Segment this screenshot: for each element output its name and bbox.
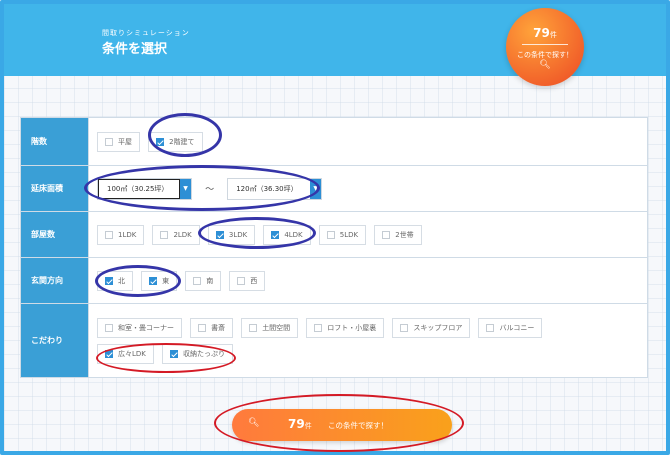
option-ample-storage[interactable]: 収納たっぷり [161, 343, 233, 364]
option-label: 土間空間 [262, 323, 291, 332]
option-label: 平屋 [118, 137, 132, 146]
option-label: 西 [250, 276, 258, 285]
option-hiraya[interactable]: 平屋 [97, 131, 140, 152]
option-label: スキップフロア [413, 323, 463, 332]
option-label: バルコニー [499, 323, 535, 332]
option-label: 収納たっぷり [182, 349, 225, 358]
checkbox-checked-icon [105, 349, 113, 358]
checkbox-checked-icon [271, 230, 280, 239]
option-label: 北 [118, 276, 125, 285]
header-subtitle: 間取りシミュレーション [102, 29, 190, 37]
checkbox-icon [326, 230, 335, 239]
checkbox-icon [486, 323, 495, 332]
checkbox-checked-icon [169, 349, 178, 358]
checkbox-icon [193, 276, 202, 285]
checkbox-checked-icon [156, 137, 165, 146]
checkbox-icon [105, 137, 113, 146]
range-separator: 〜 [205, 185, 215, 195]
area-max-value: 120㎡（36.30坪） [236, 184, 298, 193]
row-features: こだわり 和室・畳コーナー 書斎 土間空間 ロフト・小屋裏 スキップフロア バル… [20, 303, 648, 378]
search-icon: 🔍︎ [248, 418, 260, 428]
search-button-label: この条件で探す！ [328, 421, 388, 430]
checkbox-checked-icon [105, 276, 113, 285]
option-balcony[interactable]: バルコニー [478, 317, 543, 338]
row-label-area: 延床面積 [20, 165, 89, 212]
option-label: 2世帯 [395, 230, 414, 239]
option-skip-floor[interactable]: スキップフロア [392, 317, 471, 338]
search-count: 79件 [288, 417, 312, 431]
option-label: 広々LDK [118, 349, 146, 358]
option-east[interactable]: 東 [141, 270, 178, 291]
divider [522, 44, 568, 45]
row-label-floors: 階数 [20, 117, 89, 166]
row-area: 延床面積 100㎡（30.25坪） ▼ 〜 120㎡（36.30坪） ▼ [20, 165, 648, 212]
checkbox-icon [237, 276, 246, 285]
option-label: 2階建て [169, 137, 195, 146]
row-rooms: 部屋数 1LDK 2LDK 3LDK 4LDK 5LDK 2世帯 [20, 211, 648, 258]
result-count-label: この条件で探す！ [517, 51, 573, 59]
row-entrance: 玄関方向 北 東 南 西 [20, 257, 648, 304]
result-count: 79件 [533, 26, 557, 40]
checkbox-icon [249, 323, 258, 332]
checkbox-icon [382, 230, 391, 239]
option-study[interactable]: 書斎 [190, 317, 234, 338]
option-spacious-ldk[interactable]: 広々LDK [97, 343, 154, 364]
option-south[interactable]: 南 [185, 270, 222, 291]
condition-table: 階数 平屋 2階建て 延床面積 100㎡（30.25坪） ▼ 〜 120㎡（36.… [20, 117, 648, 378]
row-floors: 階数 平屋 2階建て [20, 117, 648, 166]
page-title: 条件を選択 [102, 42, 168, 57]
checkbox-checked-icon [215, 230, 224, 239]
option-label: 南 [206, 276, 214, 285]
option-label: ロフト・小屋裏 [327, 323, 377, 332]
row-label-entrance: 玄関方向 [20, 257, 89, 304]
result-count-button[interactable]: 79件 この条件で探す！ 🔍︎ [506, 8, 584, 86]
option-label: 和室・畳コーナー [118, 323, 174, 332]
option-4ldk[interactable]: 4LDK [263, 224, 311, 245]
option-2-story[interactable]: 2階建て [148, 131, 203, 152]
checkbox-icon [314, 323, 323, 332]
option-label: 書斎 [211, 323, 226, 332]
option-5ldk[interactable]: 5LDK [318, 224, 367, 245]
search-button[interactable]: 🔍︎ 79件 この条件で探す！ [232, 409, 452, 441]
option-2ldk[interactable]: 2LDK [152, 224, 200, 245]
checkbox-icon [105, 230, 113, 239]
checkbox-icon [198, 323, 207, 332]
area-max-select[interactable]: 120㎡（36.30坪） ▼ [227, 177, 323, 200]
checkbox-icon [160, 230, 169, 239]
option-3ldk[interactable]: 3LDK [207, 224, 256, 245]
option-loft[interactable]: ロフト・小屋裏 [306, 317, 385, 338]
option-north[interactable]: 北 [97, 270, 133, 291]
chevron-down-icon: ▼ [180, 178, 191, 199]
chevron-down-icon: ▼ [310, 178, 322, 199]
checkbox-checked-icon [149, 276, 158, 285]
area-min-select[interactable]: 100㎡（30.25坪） ▼ [97, 177, 192, 200]
option-doma[interactable]: 土間空間 [241, 317, 299, 338]
option-label: 2LDK [173, 230, 192, 239]
option-washitsu[interactable]: 和室・畳コーナー [97, 317, 182, 338]
option-label: 4LDK [284, 230, 303, 239]
row-label-features: こだわり [20, 303, 89, 378]
option-label: 1LDK [118, 230, 137, 239]
checkbox-icon [400, 323, 409, 332]
option-west[interactable]: 西 [229, 270, 266, 291]
option-2-household[interactable]: 2世帯 [374, 224, 422, 245]
option-1ldk[interactable]: 1LDK [97, 224, 145, 245]
option-label: 3LDK [228, 230, 248, 239]
area-min-value: 100㎡（30.25坪） [98, 178, 180, 199]
option-label: 5LDK [339, 230, 359, 239]
search-icon: 🔍︎ [539, 60, 551, 70]
row-label-rooms: 部屋数 [20, 211, 89, 258]
option-label: 東 [162, 276, 170, 285]
checkbox-icon [105, 323, 113, 332]
